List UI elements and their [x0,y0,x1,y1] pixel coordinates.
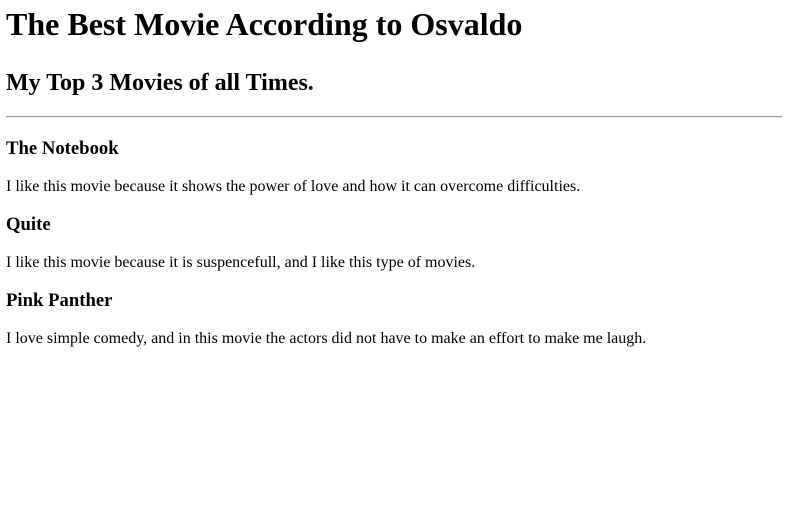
movie-item: Pink Panther I love simple comedy, and i… [6,290,782,348]
movie-description: I love simple comedy, and in this movie … [6,330,647,347]
movie-list: The Notebook I like this movie because i… [6,138,782,348]
movie-description: I like this movie because it is suspence… [6,254,476,271]
movie-title: Quite [6,214,51,235]
movie-title: Pink Panther [6,290,113,311]
movie-title: The Notebook [6,138,119,159]
movie-item: Quite I like this movie because it is su… [6,214,782,272]
divider [6,116,782,118]
movie-item: The Notebook I like this movie because i… [6,138,782,196]
page-subtitle: My Top 3 Movies of all Times. [6,70,314,96]
page-title: The Best Movie According to Osvaldo [6,6,523,42]
movie-description: I like this movie because it shows the p… [6,178,581,195]
